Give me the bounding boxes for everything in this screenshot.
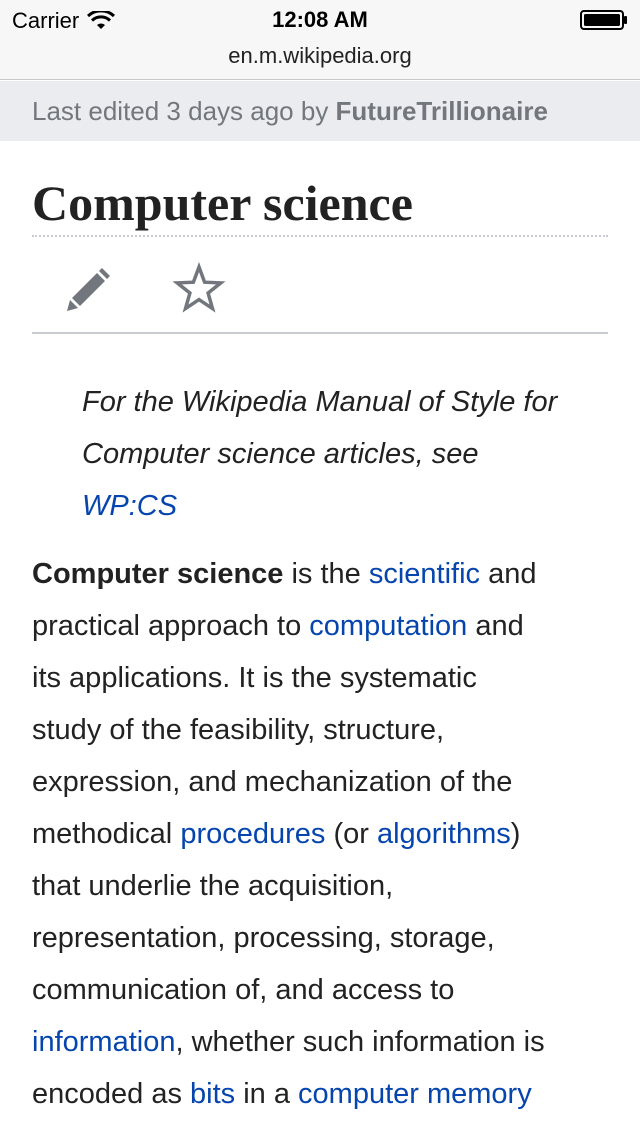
page-title: Computer science (32, 175, 413, 231)
lead-line: that underlie the acquisition, (32, 870, 394, 902)
lead-text: practical approach to (32, 610, 310, 642)
link-information[interactable]: information (32, 1026, 175, 1058)
lead-line: study of the feasibility, structure, (32, 714, 445, 746)
status-bar: Carrier 12:08 AM (0, 0, 640, 40)
lead-text: methodical (32, 818, 181, 850)
hatnote-text-1: For the Wikipedia Manual of Style for (82, 386, 558, 418)
lead-text: (or (325, 818, 377, 850)
lead-paragraph: Computer science is the scientific and p… (32, 548, 632, 1120)
lead-text: , whether such information is (175, 1026, 545, 1058)
link-scientific[interactable]: scientific (369, 558, 480, 590)
url-bar[interactable]: en.m.wikipedia.org (0, 40, 640, 80)
lead-text: in a (235, 1078, 299, 1110)
lead-text: ) (510, 818, 521, 850)
lead-line: Computer science is the scientific and (32, 548, 632, 600)
link-algorithms[interactable]: algorithms (377, 818, 511, 850)
lead-line: methodical procedures (or algorithms) (32, 808, 632, 860)
lead-line: practical approach to computation and (32, 600, 632, 652)
last-edited-banner[interactable]: Last edited 3 days ago by FutureTrillion… (0, 81, 640, 141)
star-icon[interactable] (172, 262, 226, 316)
battery-icon (580, 10, 627, 30)
link-computation[interactable]: computation (309, 610, 467, 642)
url-text[interactable]: en.m.wikipedia.org (0, 43, 640, 69)
link-procedures[interactable]: procedures (180, 818, 325, 850)
lead-line: representation, processing, storage, (32, 922, 495, 954)
hatnote-text-2: Computer science articles, see (82, 438, 479, 470)
title-divider (32, 235, 608, 237)
lead-line: encoded as bits in a computer memory (32, 1068, 632, 1120)
last-editor-name[interactable]: FutureTrillionaire (336, 96, 548, 126)
link-computer-memory[interactable]: computer memory (298, 1078, 532, 1110)
lead-bold-term: Computer science (32, 558, 284, 590)
pencil-icon[interactable] (62, 262, 116, 316)
page-actions (32, 260, 608, 320)
lead-line: communication of, and access to (32, 974, 455, 1006)
hatnote-link-wpcs[interactable]: WP:CS (82, 490, 177, 522)
lead-text: is the (283, 558, 369, 590)
lead-line: its applications. It is the systematic (32, 662, 477, 694)
last-edited-prefix: Last edited 3 days ago by (32, 96, 336, 126)
lead-text: and (480, 558, 537, 590)
hatnote: For the Wikipedia Manual of Style for Co… (82, 376, 622, 532)
lead-line: expression, and mechanization of the (32, 766, 513, 798)
lead-text: and (467, 610, 524, 642)
status-time: 12:08 AM (272, 7, 368, 32)
actions-divider (32, 332, 608, 334)
link-bits[interactable]: bits (190, 1078, 235, 1110)
lead-line: information, whether such information is (32, 1016, 632, 1068)
lead-text: encoded as (32, 1078, 191, 1110)
